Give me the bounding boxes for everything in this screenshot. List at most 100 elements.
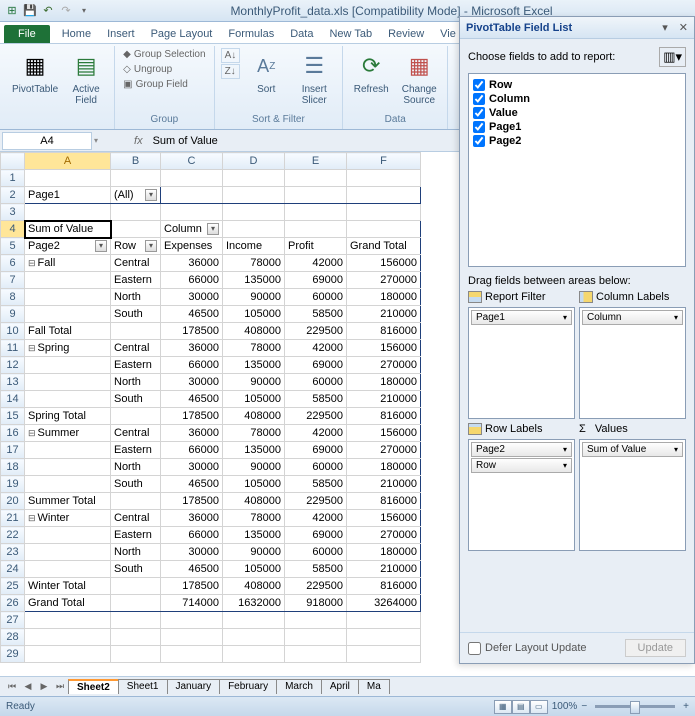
- cell[interactable]: [25, 357, 111, 374]
- cell[interactable]: North: [111, 374, 161, 391]
- cell[interactable]: [161, 612, 223, 629]
- cell[interactable]: 42000: [285, 510, 347, 527]
- zoom-out[interactable]: −: [581, 701, 587, 712]
- cell[interactable]: 90000: [223, 374, 285, 391]
- cell[interactable]: [347, 204, 421, 221]
- cell[interactable]: 46500: [161, 391, 223, 408]
- cell[interactable]: [347, 187, 421, 204]
- cell[interactable]: [161, 170, 223, 187]
- cell[interactable]: 178500: [161, 408, 223, 425]
- cell[interactable]: [161, 204, 223, 221]
- cell[interactable]: 135000: [223, 272, 285, 289]
- field-checkbox-Row[interactable]: [473, 79, 485, 91]
- cell[interactable]: 1632000: [223, 595, 285, 612]
- chevron-down-icon[interactable]: ▾: [563, 313, 567, 322]
- tab-page-layout[interactable]: Page Layout: [143, 25, 221, 43]
- col-header-E[interactable]: E: [285, 153, 347, 170]
- cell[interactable]: 78000: [223, 255, 285, 272]
- cell[interactable]: Row▾: [111, 238, 161, 255]
- cell[interactable]: 229500: [285, 493, 347, 510]
- tab-insert[interactable]: Insert: [99, 25, 143, 43]
- zoom-in[interactable]: +: [683, 701, 689, 712]
- cell[interactable]: 180000: [347, 289, 421, 306]
- cell[interactable]: 105000: [223, 306, 285, 323]
- cell[interactable]: Eastern: [111, 442, 161, 459]
- row-header-10[interactable]: 10: [1, 323, 25, 340]
- cell[interactable]: 69000: [285, 357, 347, 374]
- cell[interactable]: ⊟Spring: [25, 340, 111, 357]
- values-area[interactable]: Sum of Value▾: [579, 439, 686, 551]
- cell[interactable]: 135000: [223, 442, 285, 459]
- field-Page1[interactable]: Page1: [473, 120, 681, 134]
- cell[interactable]: 178500: [161, 323, 223, 340]
- cell[interactable]: [25, 561, 111, 578]
- cell[interactable]: 58500: [285, 306, 347, 323]
- cell[interactable]: North: [111, 544, 161, 561]
- cell[interactable]: [111, 170, 161, 187]
- row-header-15[interactable]: 15: [1, 408, 25, 425]
- row-header-16[interactable]: 16: [1, 425, 25, 442]
- report-filter-area[interactable]: Page1▾: [468, 307, 575, 419]
- cell[interactable]: 78000: [223, 340, 285, 357]
- field-Column[interactable]: Column: [473, 92, 681, 106]
- tab-new-tab[interactable]: New Tab: [321, 25, 380, 43]
- cell[interactable]: 156000: [347, 255, 421, 272]
- cell[interactable]: 78000: [223, 425, 285, 442]
- field-checkbox-Column[interactable]: [473, 93, 485, 105]
- col-header-B[interactable]: B: [111, 153, 161, 170]
- cell[interactable]: 408000: [223, 408, 285, 425]
- cell[interactable]: [223, 646, 285, 663]
- chevron-down-icon[interactable]: ▾: [563, 461, 567, 470]
- cell[interactable]: [25, 289, 111, 306]
- cell[interactable]: Fall Total: [25, 323, 111, 340]
- cell[interactable]: 58500: [285, 391, 347, 408]
- cell[interactable]: [347, 221, 421, 238]
- area-item-Column[interactable]: Column▾: [582, 310, 683, 325]
- cell[interactable]: 714000: [161, 595, 223, 612]
- cell[interactable]: South: [111, 306, 161, 323]
- ungroup-button[interactable]: ◇Ungroup: [121, 63, 174, 76]
- group-selection-button[interactable]: ◆Group Selection: [121, 48, 207, 61]
- cell[interactable]: 180000: [347, 544, 421, 561]
- redo-icon[interactable]: ↷: [58, 3, 74, 19]
- cell[interactable]: Page1: [25, 187, 111, 204]
- cell[interactable]: 229500: [285, 323, 347, 340]
- cell[interactable]: Spring Total: [25, 408, 111, 425]
- cell[interactable]: 30000: [161, 459, 223, 476]
- cell[interactable]: [111, 595, 161, 612]
- row-header-19[interactable]: 19: [1, 476, 25, 493]
- cell[interactable]: Central: [111, 510, 161, 527]
- cell[interactable]: [111, 578, 161, 595]
- cell[interactable]: 90000: [223, 544, 285, 561]
- cell[interactable]: [285, 170, 347, 187]
- cell[interactable]: 60000: [285, 289, 347, 306]
- cell[interactable]: [223, 170, 285, 187]
- cell[interactable]: 30000: [161, 374, 223, 391]
- page1-filter-dropdown[interactable]: ▾: [145, 189, 157, 201]
- cell[interactable]: [285, 629, 347, 646]
- layout-options-icon[interactable]: ▥▾: [659, 47, 686, 67]
- cell[interactable]: 66000: [161, 527, 223, 544]
- cell[interactable]: 270000: [347, 442, 421, 459]
- col-header-D[interactable]: D: [223, 153, 285, 170]
- cell[interactable]: 58500: [285, 561, 347, 578]
- cell[interactable]: [285, 204, 347, 221]
- row-header-2[interactable]: 2: [1, 187, 25, 204]
- cell[interactable]: ⊟Winter: [25, 510, 111, 527]
- cell[interactable]: 135000: [223, 357, 285, 374]
- cell[interactable]: 90000: [223, 459, 285, 476]
- row-header-22[interactable]: 22: [1, 527, 25, 544]
- row-header-1[interactable]: 1: [1, 170, 25, 187]
- column-labels-area[interactable]: Column▾: [579, 307, 686, 419]
- cell[interactable]: 408000: [223, 323, 285, 340]
- row-header-9[interactable]: 9: [1, 306, 25, 323]
- row-header-3[interactable]: 3: [1, 204, 25, 221]
- cell[interactable]: 229500: [285, 578, 347, 595]
- row-header-29[interactable]: 29: [1, 646, 25, 663]
- sheet-nav-prev[interactable]: ◀: [20, 681, 36, 692]
- group-field-button[interactable]: ▣Group Field: [121, 78, 190, 91]
- cell[interactable]: [223, 204, 285, 221]
- row-header-18[interactable]: 18: [1, 459, 25, 476]
- cell[interactable]: 180000: [347, 374, 421, 391]
- cell[interactable]: 42000: [285, 340, 347, 357]
